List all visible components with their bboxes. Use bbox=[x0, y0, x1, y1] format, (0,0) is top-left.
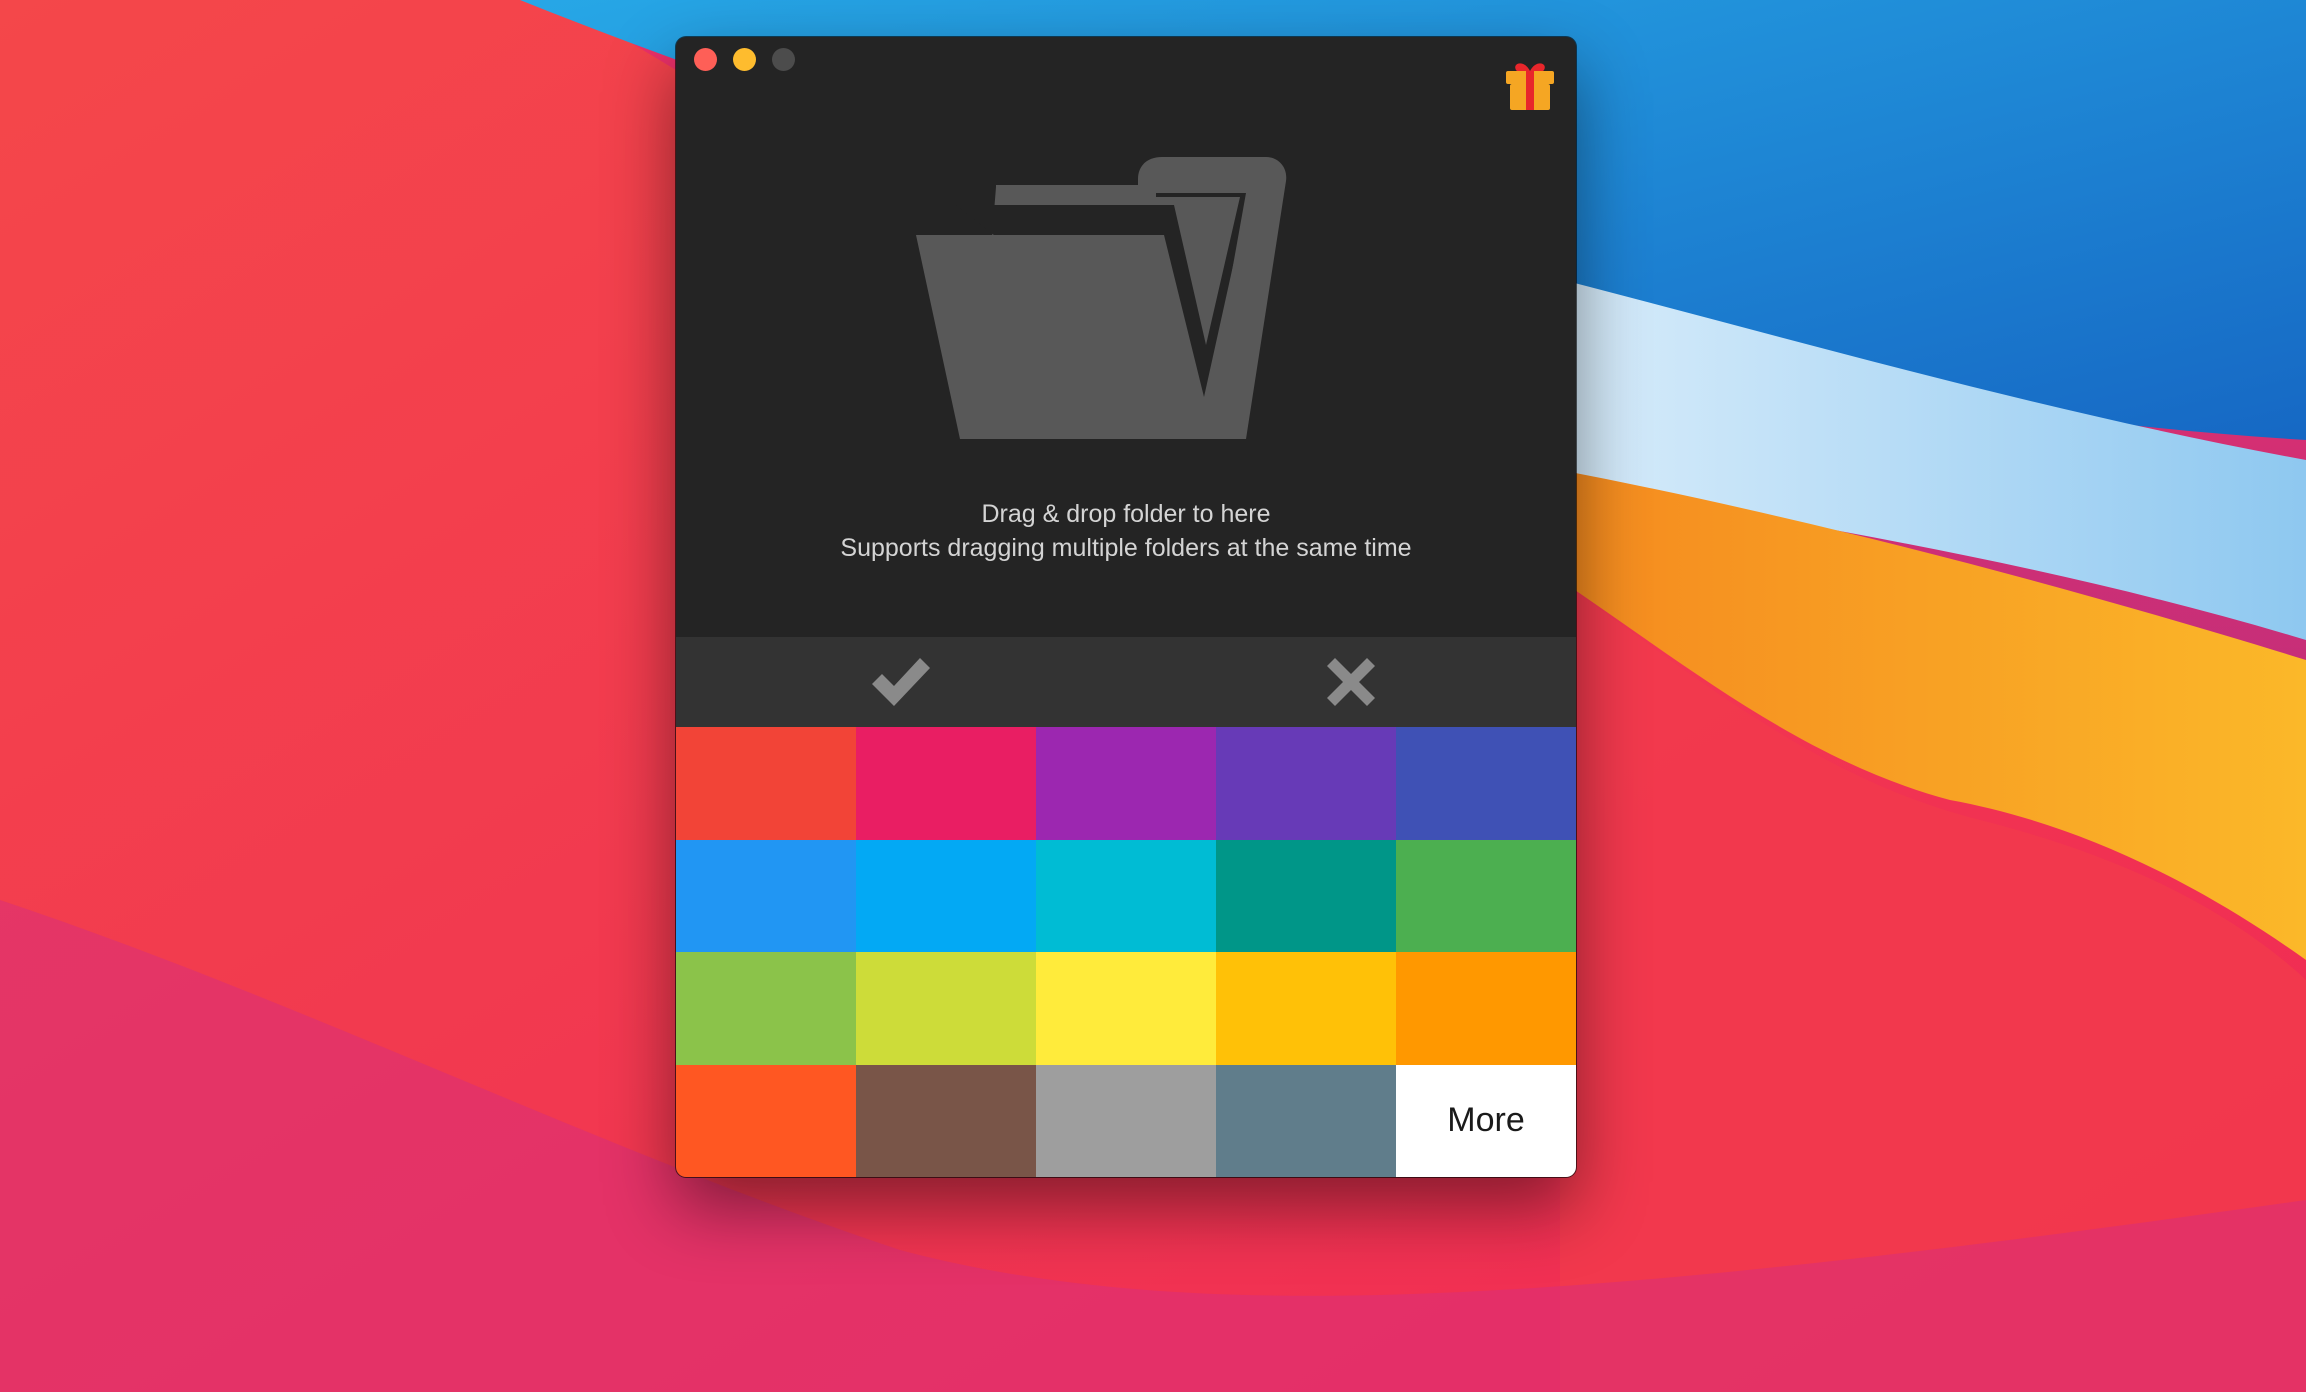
folder-open-icon bbox=[916, 157, 1287, 439]
color-swatch-teal[interactable] bbox=[1216, 839, 1396, 952]
confirm-button[interactable] bbox=[676, 637, 1126, 727]
color-swatch-deep-purple[interactable] bbox=[1216, 727, 1396, 840]
drop-instruction-line-1: Drag & drop folder to here bbox=[981, 500, 1271, 528]
desktop: Drag & drop folder to here Supports drag… bbox=[0, 0, 2306, 1392]
color-swatch-pink[interactable] bbox=[856, 727, 1036, 840]
color-swatch-blue-grey[interactable] bbox=[1216, 1064, 1396, 1177]
color-swatch-light-blue[interactable] bbox=[856, 839, 1036, 952]
color-swatch-light-green[interactable] bbox=[676, 952, 856, 1065]
drop-instructions: Drag & drop folder to here Supports drag… bbox=[676, 497, 1576, 565]
x-icon bbox=[1327, 658, 1375, 706]
color-swatch-cyan[interactable] bbox=[1036, 839, 1216, 952]
more-colors-button[interactable]: More bbox=[1396, 1064, 1576, 1177]
color-swatch-grey[interactable] bbox=[1036, 1064, 1216, 1177]
color-swatch-yellow[interactable] bbox=[1036, 952, 1216, 1065]
drop-zone[interactable]: Drag & drop folder to here Supports drag… bbox=[676, 37, 1576, 637]
color-swatch-brown[interactable] bbox=[856, 1064, 1036, 1177]
color-grid: More bbox=[676, 727, 1576, 1177]
color-swatch-blue[interactable] bbox=[676, 839, 856, 952]
cancel-button[interactable] bbox=[1126, 637, 1576, 727]
color-swatch-indigo[interactable] bbox=[1396, 727, 1576, 840]
color-swatch-deep-orange[interactable] bbox=[676, 1064, 856, 1177]
checkmark-icon bbox=[872, 658, 930, 706]
color-swatch-green[interactable] bbox=[1396, 839, 1576, 952]
color-swatch-amber[interactable] bbox=[1216, 952, 1396, 1065]
color-swatch-orange[interactable] bbox=[1396, 952, 1576, 1065]
color-swatch-red[interactable] bbox=[676, 727, 856, 840]
drop-instruction-line-2: Supports dragging multiple folders at th… bbox=[840, 534, 1412, 562]
color-swatch-purple[interactable] bbox=[1036, 727, 1216, 840]
action-bar bbox=[676, 637, 1576, 727]
app-window: Drag & drop folder to here Supports drag… bbox=[676, 37, 1576, 1177]
color-swatch-lime[interactable] bbox=[856, 952, 1036, 1065]
